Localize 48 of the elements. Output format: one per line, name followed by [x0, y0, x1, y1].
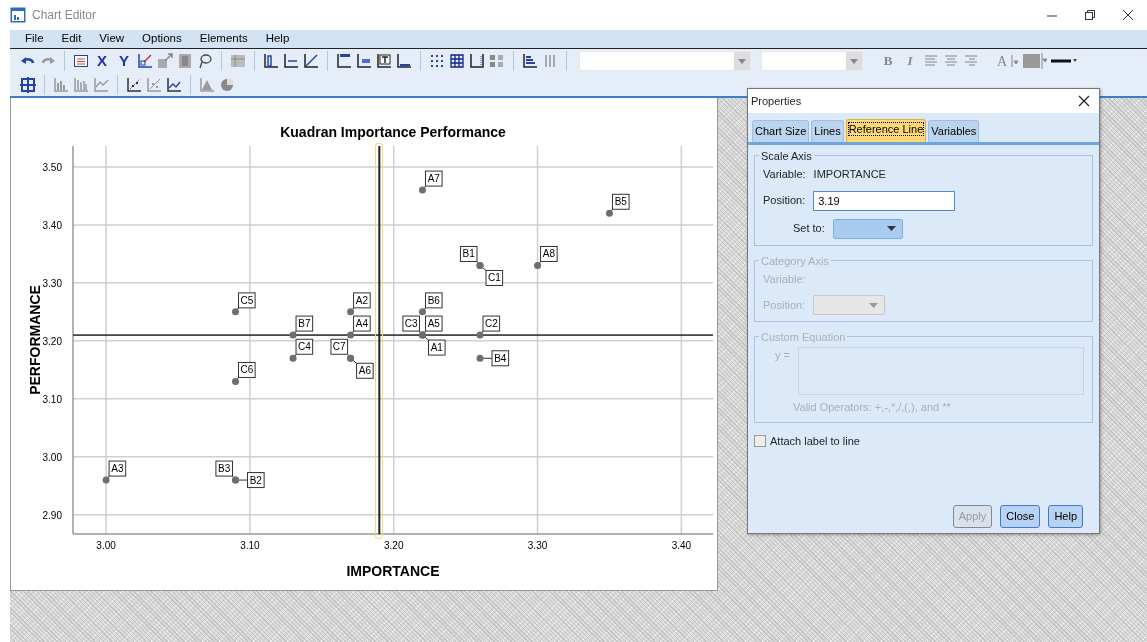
field-label: Variable:	[763, 167, 806, 182]
x-tick-label: 3.10	[240, 540, 260, 551]
chart-title: Kuadran Importance Performance	[280, 124, 506, 140]
point-label: B4	[491, 350, 510, 367]
x-tick-label: 3.40	[671, 540, 692, 551]
field-label: Position:	[763, 297, 806, 313]
window-title: Chart Editor	[32, 7, 97, 24]
x-tick-label: 3.20	[384, 540, 404, 551]
point-label: A2	[353, 292, 371, 309]
x-axis-title: IMPORTANCE	[346, 563, 440, 579]
variable-value: IMPORTANCE	[813, 167, 886, 182]
point-label: B6	[425, 292, 443, 309]
field-label: Set to:	[793, 221, 825, 237]
point-label: C3	[402, 315, 420, 332]
point-label: A4	[353, 315, 371, 332]
point-label: B2	[247, 472, 265, 489]
field-label: Position:	[763, 193, 806, 209]
y-tick-label: 2.90	[42, 509, 62, 521]
point-label: A1	[428, 339, 446, 356]
point-label: B5	[611, 193, 630, 210]
y-tick-label: 3.50	[42, 161, 62, 173]
point-label: B7	[295, 315, 314, 332]
point-label: C2	[482, 315, 501, 332]
dialog-title: Properties	[751, 93, 802, 109]
y-tick-label: 3.30	[42, 277, 62, 289]
point-label: A8	[540, 245, 558, 262]
point-label: C5	[238, 292, 256, 309]
point-label: A3	[108, 460, 127, 477]
field-label: Variable:	[763, 271, 807, 287]
point-label: C6	[238, 361, 256, 378]
point-label: C7	[330, 338, 349, 355]
point-label: A5	[425, 315, 443, 332]
point-label: B3	[215, 460, 233, 477]
y-axis-title: PERFORMANCE	[27, 285, 43, 395]
y-tick-label: 3.10	[42, 393, 62, 405]
field-label: y =	[775, 348, 790, 363]
point-label: C4	[295, 338, 314, 355]
point-label: B1	[459, 245, 478, 262]
y-tick-label: 3.40	[42, 219, 62, 231]
point-label: A7	[425, 170, 443, 187]
point-label: C1	[485, 269, 504, 286]
hint-text: Valid Operators: +,-,*,/,(,), and **	[792, 400, 952, 415]
x-tick-label: 3.30	[527, 540, 548, 551]
checkbox-label: Attach label to line	[770, 433, 860, 449]
point-label: A6	[356, 362, 374, 379]
y-tick-label: 3.20	[42, 335, 62, 347]
y-tick-label: 3.00	[42, 451, 62, 463]
x-tick-label: 3.00	[96, 540, 116, 551]
